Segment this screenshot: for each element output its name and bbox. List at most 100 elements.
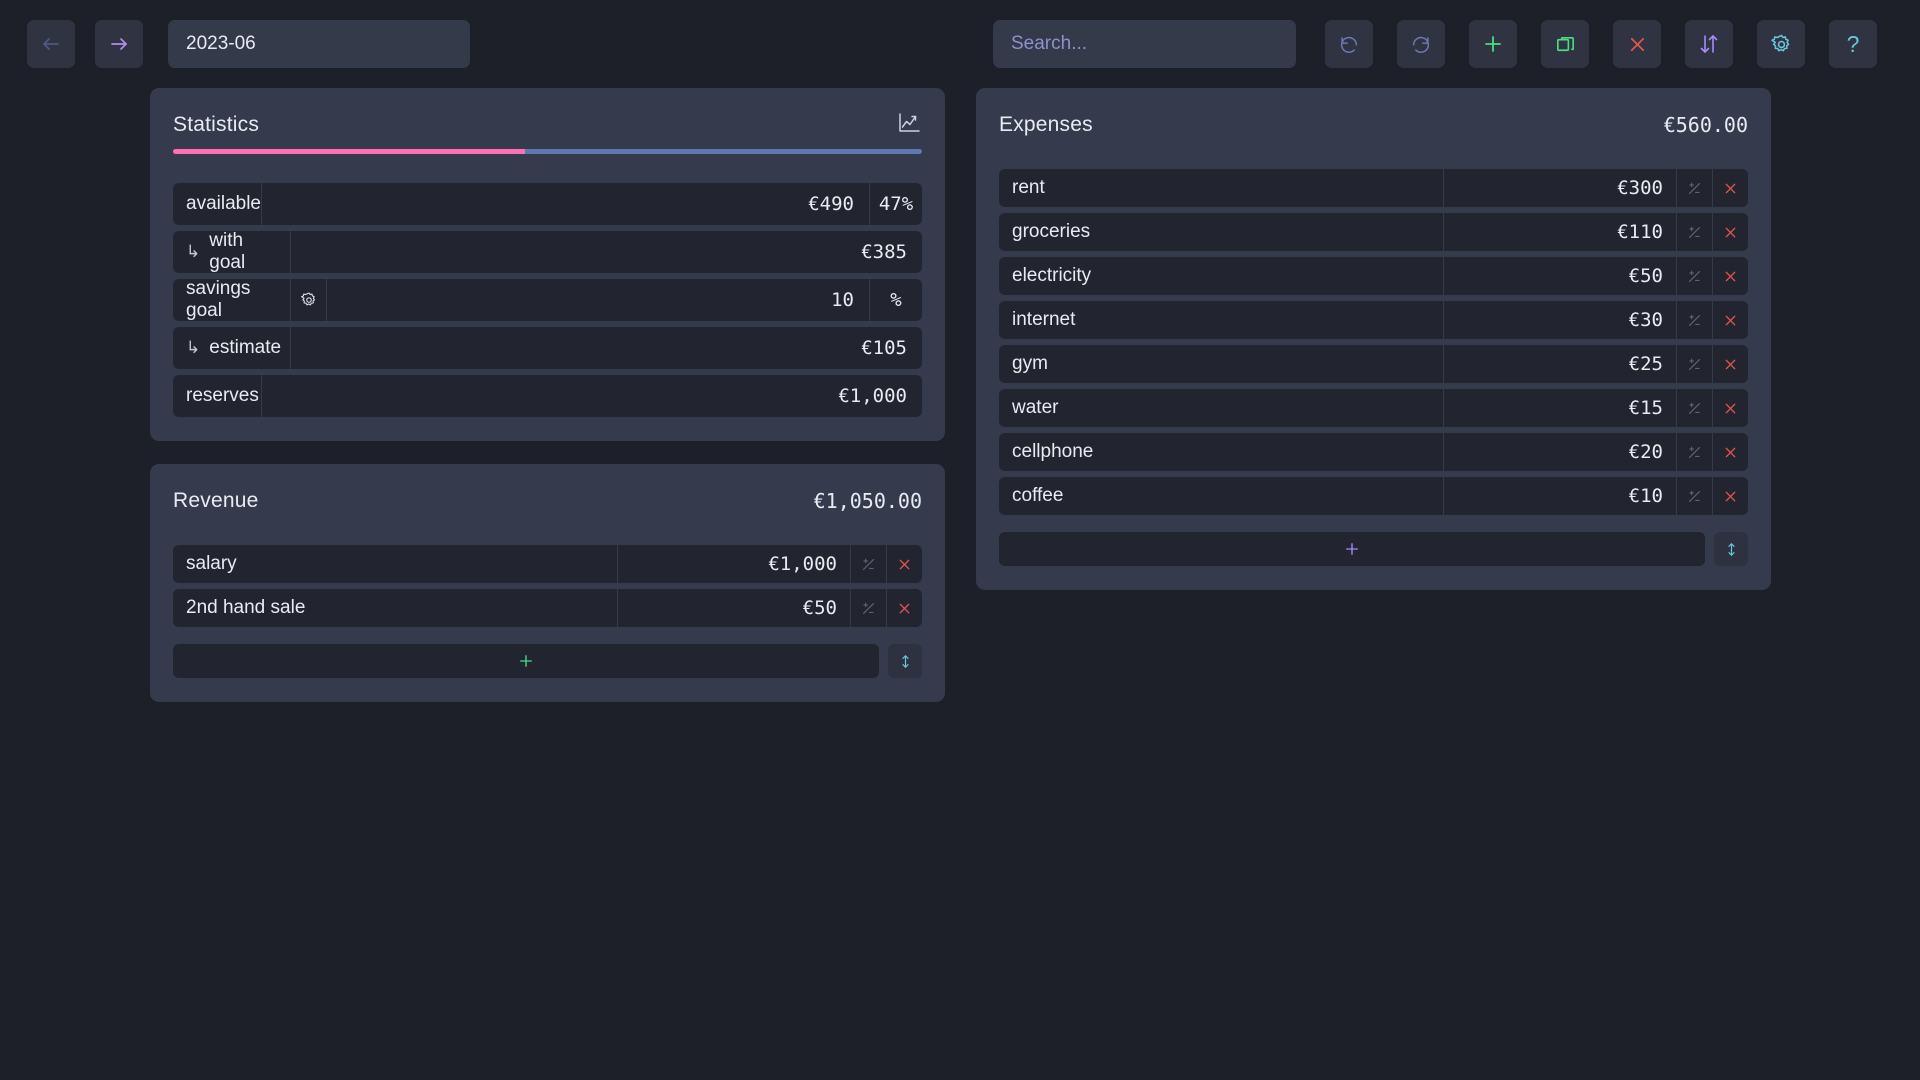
close-icon xyxy=(899,603,910,613)
revenue-total: €1,050.00 xyxy=(813,489,922,513)
expenses-item-amount[interactable]: €15 xyxy=(1444,389,1676,427)
expenses-item-delete-button[interactable] xyxy=(1713,433,1748,471)
revenue-item-delete-button[interactable] xyxy=(887,545,922,583)
plus-minus-icon xyxy=(1688,490,1701,502)
expenses-item-toggle-sign-button[interactable] xyxy=(1677,345,1712,383)
expenses-item-toggle-sign-button[interactable] xyxy=(1677,433,1712,471)
statistics-row-label: ↳ with goal xyxy=(173,231,290,273)
sort-vertical-icon xyxy=(1727,542,1735,556)
table-row: gym €25 xyxy=(999,345,1748,383)
nav-back-button[interactable] xyxy=(27,20,75,68)
expenses-item-name[interactable]: water xyxy=(999,389,1443,427)
expenses-item-name[interactable]: cellphone xyxy=(999,433,1443,471)
expenses-item-delete-button[interactable] xyxy=(1713,301,1748,339)
statistics-row: savings goal 10% xyxy=(173,279,922,321)
expenses-item-toggle-sign-button[interactable] xyxy=(1677,389,1712,427)
table-row: salary €1,000 xyxy=(173,545,922,583)
plus-minus-icon xyxy=(1688,182,1701,194)
clear-button[interactable] xyxy=(1613,20,1661,68)
subitem-arrow-icon: ↳ xyxy=(186,338,201,357)
revenue-item-amount[interactable]: €1,000 xyxy=(618,545,850,583)
expenses-item-amount[interactable]: €300 xyxy=(1444,169,1676,207)
expenses-item-delete-button[interactable] xyxy=(1713,477,1748,515)
savings-goal-settings-button[interactable] xyxy=(291,279,326,321)
line-chart-icon[interactable] xyxy=(896,111,922,140)
revenue-item-name[interactable]: salary xyxy=(173,545,617,583)
expenses-item-name[interactable]: electricity xyxy=(999,257,1443,295)
add-entry-button[interactable] xyxy=(1469,20,1517,68)
date-input[interactable]: 2023-06 xyxy=(168,20,470,68)
expenses-add-row-button[interactable] xyxy=(999,532,1705,566)
statistics-row-label-text: with goal xyxy=(209,231,246,273)
help-button[interactable]: ? xyxy=(1829,20,1877,68)
expenses-item-amount[interactable]: €110 xyxy=(1444,213,1676,251)
statistics-row-value[interactable]: 10 xyxy=(327,279,869,321)
statistics-row-value[interactable]: €490 xyxy=(262,183,869,225)
expenses-item-delete-button[interactable] xyxy=(1713,389,1748,427)
statistics-row: reserves €1,000 xyxy=(173,375,922,417)
progress-filled xyxy=(173,149,526,154)
expenses-item-amount[interactable]: €25 xyxy=(1444,345,1676,383)
search-input[interactable]: Search... xyxy=(993,20,1296,68)
statistics-row-label-text: savings goal xyxy=(186,279,251,321)
expenses-item-toggle-sign-button[interactable] xyxy=(1677,169,1712,207)
duplicate-button[interactable] xyxy=(1541,20,1589,68)
revenue-item-toggle-sign-button[interactable] xyxy=(851,545,886,583)
expenses-item-toggle-sign-button[interactable] xyxy=(1677,213,1712,251)
expenses-item-delete-button[interactable] xyxy=(1713,345,1748,383)
expenses-total: €560.00 xyxy=(1663,113,1748,137)
expenses-rows: rent €300 groceries €110 electricity €50 inter… xyxy=(999,169,1748,515)
expenses-item-delete-button[interactable] xyxy=(1713,257,1748,295)
close-icon xyxy=(1725,403,1736,413)
expenses-item-delete-button[interactable] xyxy=(1713,169,1748,207)
expenses-item-toggle-sign-button[interactable] xyxy=(1677,257,1712,295)
plus-minus-icon xyxy=(1688,270,1701,282)
expenses-item-name[interactable]: gym xyxy=(999,345,1443,383)
close-icon xyxy=(1630,37,1644,51)
gear-icon xyxy=(1770,34,1789,51)
copy-icon xyxy=(1556,36,1574,51)
top-toolbar: 2023-06 Search... ? xyxy=(0,0,1920,88)
expenses-item-name[interactable]: coffee xyxy=(999,477,1443,515)
table-row: electricity €50 xyxy=(999,257,1748,295)
revenue-sort-button[interactable] xyxy=(888,644,922,678)
table-row: coffee €10 xyxy=(999,477,1748,515)
statistics-row-value[interactable]: €1,000 xyxy=(262,375,922,417)
plus-minus-icon xyxy=(1688,226,1701,238)
expenses-item-toggle-sign-button[interactable] xyxy=(1677,301,1712,339)
expenses-item-amount[interactable]: €50 xyxy=(1444,257,1676,295)
expenses-item-amount[interactable]: €10 xyxy=(1444,477,1676,515)
close-icon xyxy=(1725,315,1736,325)
expenses-sort-button[interactable] xyxy=(1714,532,1748,566)
expenses-item-name[interactable]: groceries xyxy=(999,213,1443,251)
revenue-header: Revenue €1,050.00 xyxy=(173,486,922,516)
expenses-item-toggle-sign-button[interactable] xyxy=(1677,477,1712,515)
question-icon: ? xyxy=(1846,30,1860,57)
statistics-row-value[interactable]: €385 xyxy=(291,231,922,273)
settings-button[interactable] xyxy=(1757,20,1805,68)
undo-button[interactable] xyxy=(1325,20,1373,68)
statistics-row-label: savings goal xyxy=(173,279,290,321)
redo-button[interactable] xyxy=(1397,20,1445,68)
revenue-item-name[interactable]: 2nd hand sale xyxy=(173,589,617,627)
plus-minus-icon xyxy=(862,558,875,570)
table-row: water €15 xyxy=(999,389,1748,427)
expenses-item-name[interactable]: internet xyxy=(999,301,1443,339)
nav-forward-button[interactable] xyxy=(95,20,143,68)
statistics-row-value[interactable]: €105 xyxy=(291,327,922,369)
close-icon xyxy=(899,559,910,569)
gear-icon xyxy=(300,292,315,306)
revenue-add-row-button[interactable] xyxy=(173,644,879,678)
arrow-left-icon xyxy=(43,38,59,50)
plus-minus-icon xyxy=(1688,314,1701,326)
revenue-item-amount[interactable]: €50 xyxy=(618,589,850,627)
expenses-item-delete-button[interactable] xyxy=(1713,213,1748,251)
statistics-row-label: ↳ estimate xyxy=(173,327,290,369)
revenue-item-toggle-sign-button[interactable] xyxy=(851,589,886,627)
expenses-add-area xyxy=(999,532,1748,566)
expenses-item-name[interactable]: rent xyxy=(999,169,1443,207)
sort-button[interactable] xyxy=(1685,20,1733,68)
revenue-item-delete-button[interactable] xyxy=(887,589,922,627)
expenses-item-amount[interactable]: €30 xyxy=(1444,301,1676,339)
expenses-item-amount[interactable]: €20 xyxy=(1444,433,1676,471)
